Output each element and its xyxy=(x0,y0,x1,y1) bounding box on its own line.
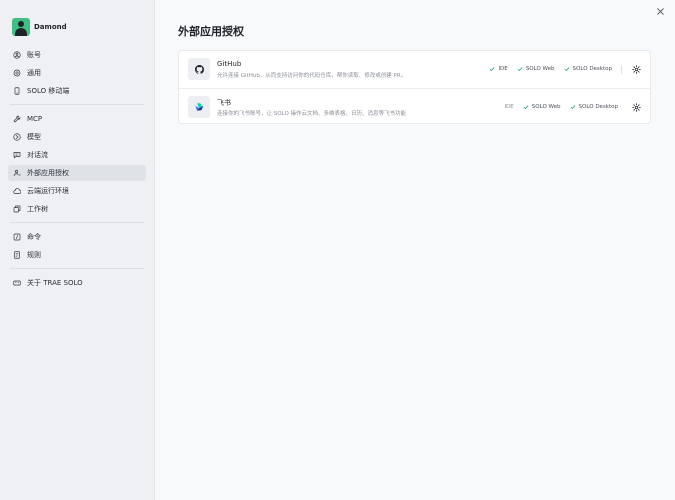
sidebar-nav: 账号通用 SOLO 移动端 MCP 模型对话流外部应用授权 云端运行环境 工作树命令规则关… xyxy=(8,47,146,293)
sidebar-item-cloud[interactable]: 云端运行环境 xyxy=(8,183,146,199)
sidebar-item-label: 命令 xyxy=(27,233,41,241)
sidebar-item-wrench[interactable]: MCP xyxy=(8,111,146,127)
tag-ide: IDE xyxy=(504,104,514,110)
app-tags: IDE SOLO Web SOLO Desktop xyxy=(495,89,642,125)
worktree-icon xyxy=(13,205,21,213)
cloud-icon xyxy=(13,188,21,194)
sidebar-item-rules[interactable]: 规则 xyxy=(8,247,146,263)
page-title: 外部应用授权 xyxy=(178,25,244,38)
app-description: 连接你的飞书账号，让 SOLO 操作云文档、多维表格、日历、消息等飞书功能 xyxy=(217,111,407,117)
sidebar-item-label: 账号 xyxy=(27,51,41,59)
sidebar-divider xyxy=(10,268,144,269)
sidebar-item-mobile[interactable]: SOLO 移动端 xyxy=(8,83,146,99)
tag-solo-web: SOLO Web xyxy=(517,66,555,72)
command-icon xyxy=(13,233,21,241)
tag-ide: IDE xyxy=(489,66,508,72)
close-icon xyxy=(656,7,664,15)
trae-icon xyxy=(13,280,21,286)
app-name: 飞书 xyxy=(217,99,231,107)
settings-button[interactable] xyxy=(630,63,642,75)
tag-solo-web: SOLO Web xyxy=(523,104,561,110)
person-link-icon xyxy=(13,169,21,177)
gear-icon xyxy=(631,102,641,112)
separator xyxy=(621,64,622,74)
gear-icon xyxy=(13,69,21,77)
sidebar-item-model[interactable]: 模型 xyxy=(8,129,146,145)
sidebar-item-label: 关于 TRAE SOLO xyxy=(27,279,83,287)
app-row-github: GitHub 允许连接 GitHub，从而支持访问你的代码仓库，帮你读取、修改或… xyxy=(179,51,650,87)
user-profile[interactable]: Damond xyxy=(12,18,67,36)
chat-icon xyxy=(13,152,21,159)
sidebar-divider xyxy=(10,104,144,105)
check-icon xyxy=(570,105,576,110)
sidebar-item-label: 外部应用授权 xyxy=(27,169,69,177)
github-icon xyxy=(194,64,204,74)
check-icon xyxy=(490,67,495,72)
settings-button[interactable] xyxy=(630,101,642,113)
model-icon xyxy=(13,133,21,141)
sidebar-item-gear[interactable]: 通用 xyxy=(8,65,146,81)
app-description: 允许连接 GitHub，从而支持访问你的代码仓库，帮你读取、修改或创建 PR。 xyxy=(217,73,407,79)
avatar xyxy=(12,18,30,36)
sidebar-item-person-link[interactable]: 外部应用授权 xyxy=(8,165,146,181)
user-circle-icon xyxy=(13,51,21,59)
check-icon xyxy=(564,67,570,72)
check-icon xyxy=(517,67,523,72)
sidebar-item-label: 对话流 xyxy=(27,151,48,159)
mobile-icon xyxy=(14,87,20,95)
sidebar-item-label: 规则 xyxy=(27,251,41,259)
tag-solo-desktop: SOLO Desktop xyxy=(570,104,618,110)
sidebar-item-label: 通用 xyxy=(27,69,41,77)
sidebar-item-trae[interactable]: 关于 TRAE SOLO xyxy=(8,275,146,291)
app-row-feishu: 飞书 连接你的飞书账号，让 SOLO 操作云文档、多维表格、日历、消息等飞书功能… xyxy=(179,88,650,124)
sidebar-divider xyxy=(10,222,144,223)
wrench-icon xyxy=(13,115,21,123)
close-button[interactable] xyxy=(655,6,665,16)
sidebar-item-chat[interactable]: 对话流 xyxy=(8,147,146,163)
sidebar-item-label: SOLO 移动端 xyxy=(27,87,70,95)
check-icon xyxy=(523,105,529,110)
tag-solo-desktop: SOLO Desktop xyxy=(564,66,612,72)
rules-icon xyxy=(14,251,20,259)
feishu-icon xyxy=(195,102,204,111)
app-icon-container xyxy=(188,95,210,118)
sidebar-item-label: 云端运行环境 xyxy=(27,187,69,195)
apps-card: GitHub 允许连接 GitHub，从而支持访问你的代码仓库，帮你读取、修改或… xyxy=(178,50,651,124)
sidebar-item-worktree[interactable]: 工作树 xyxy=(8,201,146,217)
app-tags: IDE SOLO Web SOLO Desktop xyxy=(480,51,642,87)
app-icon-container xyxy=(188,58,210,80)
sidebar-item-label: 工作树 xyxy=(27,205,48,213)
username: Damond xyxy=(34,23,67,31)
sidebar-item-user-circle[interactable]: 账号 xyxy=(8,47,146,63)
sidebar-item-command[interactable]: 命令 xyxy=(8,229,146,245)
sidebar-item-label: 模型 xyxy=(27,133,41,141)
sidebar-item-label: MCP xyxy=(27,115,43,123)
app-name: GitHub xyxy=(217,60,242,68)
main-panel: 外部应用授权 GitHub 允许连接 GitHub，从而支持访问你的代码仓库，帮… xyxy=(155,0,675,500)
gear-icon xyxy=(631,64,641,74)
sidebar: Damond 账号通用 SOLO 移动端 MCP 模型对话流外部应用授权 云端运行环境工… xyxy=(0,0,155,500)
